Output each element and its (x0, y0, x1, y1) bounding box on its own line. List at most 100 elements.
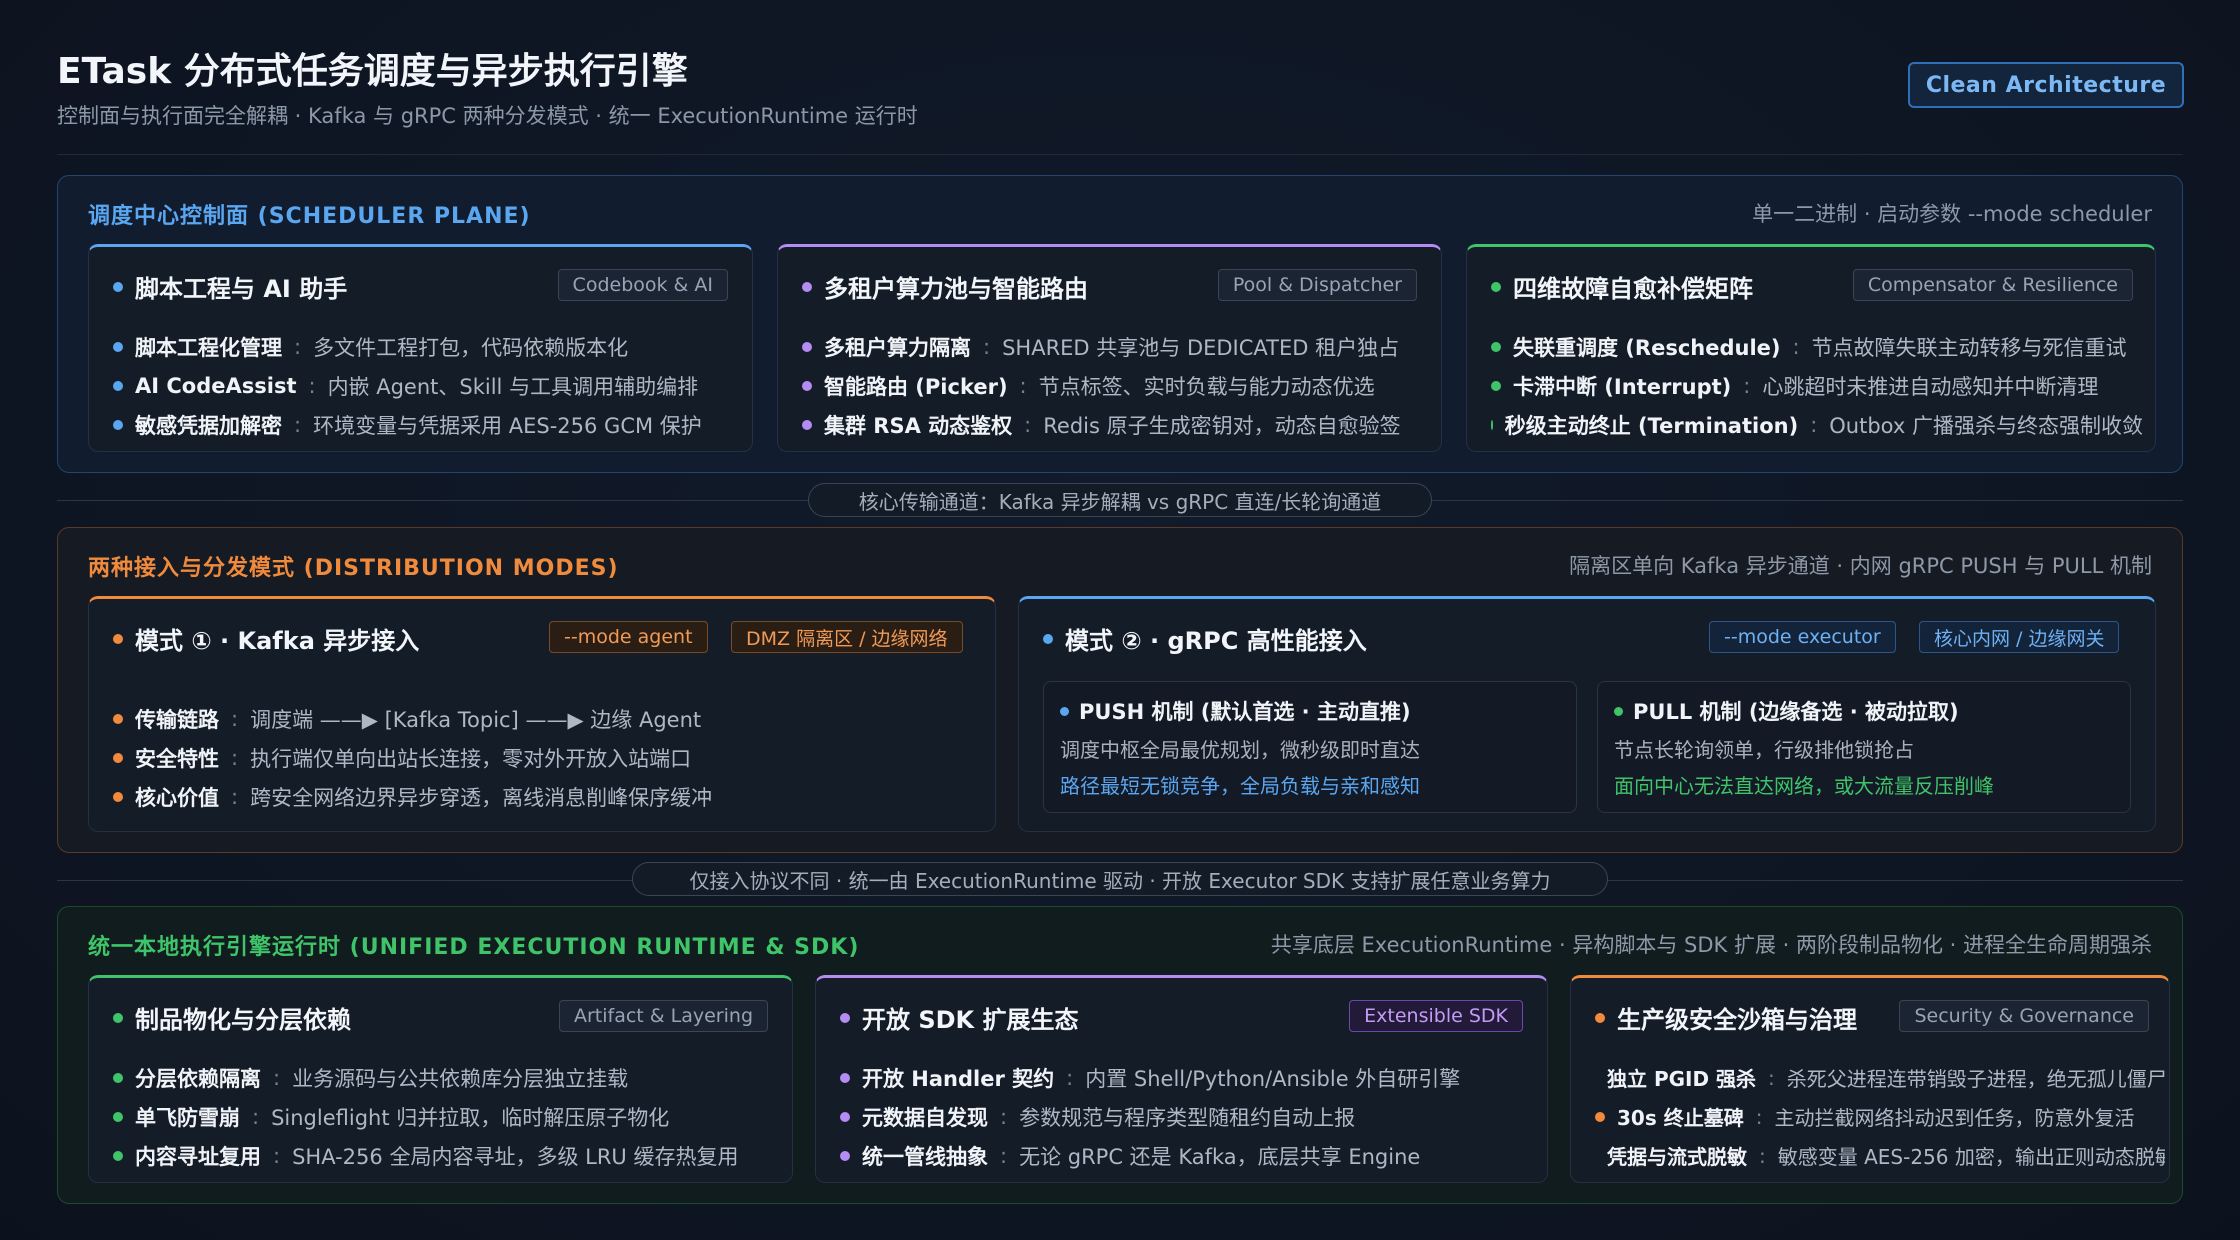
bullet-icon (840, 1012, 850, 1023)
item-key: 集群 RSA 动态鉴权 (824, 413, 1013, 438)
item-value: 执行端仅单向出站长连接，零对外开放入站端口 (250, 746, 692, 771)
section-title: 两种接入与分发模式 (DISTRIBUTION MODES) (88, 556, 619, 581)
scheduler-plane-section: 调度中心控制面 (SCHEDULER PLANE) 单一二进制 · 启动参数 -… (57, 175, 2183, 473)
bullet-icon (113, 1072, 123, 1083)
item-key: 敏感凭据加解密 (135, 413, 282, 438)
card-title: 模式 ② · gRPC 高性能接入 (1065, 627, 1367, 655)
item-value: 业务源码与公共依赖库分层独立挂载 (292, 1066, 629, 1091)
mode-agent-tag: --mode agent (549, 621, 708, 653)
item-key: 元数据自发现 (862, 1105, 988, 1130)
card-grpc-mode: 模式 ② · gRPC 高性能接入 --mode executor 核心内网 /… (1018, 596, 2156, 832)
list-item: 脚本工程化管理: 多文件工程打包，代码依赖版本化 (113, 327, 740, 366)
item-key: 安全特性 (135, 746, 219, 771)
push-description: 调度中枢全局最优规划，微秒级即时直达 (1060, 738, 1420, 762)
card-artifact-layering: 制品物化与分层依赖 Artifact & Layering 分层依赖隔离: 业务源… (88, 975, 793, 1183)
item-value: 内置 Shell/Python/Ansible 外自研引擎 (1085, 1066, 1461, 1091)
list-item: 单飞防雪崩: Singleflight 归并拉取，临时解压原子物化 (113, 1097, 780, 1136)
bullet-icon (1491, 380, 1501, 391)
card-codebook-ai: 脚本工程与 AI 助手 Codebook & AI 脚本工程化管理: 多文件工程打… (88, 244, 753, 452)
item-key: 独立 PGID 强杀 (1607, 1067, 1757, 1091)
card-kafka-mode: 模式 ① · Kafka 异步接入 --mode agent DMZ 隔离区 /… (88, 596, 996, 832)
item-value: 参数规范与程序类型随租约自动上报 (1019, 1105, 1356, 1130)
connector-line (57, 500, 809, 501)
unified-runtime-section: 统一本地执行引擎运行时 (UNIFIED EXECUTION RUNTIME &… (57, 906, 2183, 1204)
list-item: 内容寻址复用: SHA-256 全局内容寻址，多级 LRU 缓存热复用 (113, 1136, 780, 1175)
pull-title: PULL 机制 (边缘备选 · 被动拉取) (1633, 700, 1959, 724)
section-meta: 单一二进制 · 启动参数 --mode scheduler (1752, 202, 2152, 226)
item-value: SHARED 共享池与 DEDICATED 租户独占 (1002, 335, 1400, 360)
bullet-icon (1491, 281, 1501, 292)
card-pool-dispatcher: 多租户算力池与智能路由 Pool & Dispatcher 多租户算力隔离: SH… (777, 244, 1442, 452)
item-key: 卡滞中断 (Interrupt) (1513, 374, 1732, 399)
list-item: 卡滞中断 (Interrupt): 心跳超时未推进自动感知并中断清理 (1491, 366, 2143, 405)
item-value: 杀死父进程连带销毁子进程，绝无孤儿僵尸 (1786, 1067, 2165, 1091)
list-item: 开放 Handler 契约: 内置 Shell/Python/Ansible 外自… (840, 1058, 1535, 1097)
bullet-icon (1491, 341, 1501, 352)
header-divider (57, 154, 2183, 155)
item-value: 多文件工程打包，代码依赖版本化 (313, 335, 629, 360)
item-key: 核心价值 (135, 785, 219, 810)
item-value: Redis 原子生成密钥对，动态自愈验签 (1043, 413, 1401, 438)
bullet-icon (113, 1012, 123, 1023)
list-item: 传输链路: 调度端 ——▶ [Kafka Topic] ——▶ 边缘 Agent (113, 699, 983, 738)
card-title: 开放 SDK 扩展生态 (862, 1006, 1079, 1034)
list-item: 智能路由 (Picker): 节点标签、实时负载与能力动态优选 (802, 366, 1429, 405)
bullet-icon (840, 1150, 850, 1161)
push-mechanism-card: PUSH 机制 (默认首选 · 主动直推) 调度中枢全局最优规划，微秒级即时直达… (1043, 681, 1577, 813)
bullet-icon (113, 752, 123, 763)
pull-highlight: 面向中心无法直达网络，或大流量反压削峰 (1614, 774, 1994, 798)
item-value: 主动拦截网络抖动迟到任务，防意外复活 (1774, 1106, 2135, 1130)
list-item: 秒级主动终止 (Termination): Outbox 广播强杀与终态强制收敛 (1491, 405, 2143, 444)
connector-line (1430, 500, 2183, 501)
item-key: 秒级主动终止 (Termination) (1504, 413, 1799, 438)
transport-channel-pill: 核心传输通道：Kafka 异步解耦 vs gRPC 直连/长轮询通道 (808, 483, 1432, 517)
item-key: AI CodeAssist (135, 373, 297, 398)
item-value: 环境变量与凭据采用 AES-256 GCM 保护 (313, 413, 702, 438)
push-highlight: 路径最短无锁竞争，全局负载与亲和感知 (1060, 774, 1420, 798)
bullet-icon (113, 419, 123, 430)
item-key: 智能路由 (Picker) (824, 374, 1008, 399)
list-item: 安全特性: 执行端仅单向出站长连接，零对外开放入站端口 (113, 738, 983, 777)
item-key: 多租户算力隔离 (824, 335, 971, 360)
bullet-icon (1043, 633, 1053, 644)
item-key: 内容寻址复用 (135, 1144, 261, 1169)
item-key: 统一管线抽象 (862, 1144, 988, 1169)
bullet-icon (802, 419, 812, 430)
card-title: 模式 ① · Kafka 异步接入 (135, 627, 420, 655)
section-title: 调度中心控制面 (SCHEDULER PLANE) (88, 204, 531, 229)
card-tag: Artifact & Layering (558, 1000, 768, 1032)
dmz-tag: DMZ 隔离区 / 边缘网络 (731, 621, 963, 653)
card-tag: Extensible SDK (1349, 1000, 1523, 1032)
item-value: 内嵌 Agent、Skill 与工具调用辅助编排 (327, 374, 699, 399)
runtime-unification-pill: 仅接入协议不同 · 统一由 ExecutionRuntime 驱动 · 开放 E… (632, 862, 1608, 896)
card-title: 多租户算力池与智能路由 (824, 275, 1088, 303)
bullet-icon (1595, 1111, 1605, 1122)
card-tag: Pool & Dispatcher (1217, 269, 1417, 301)
mode-executor-tag: --mode executor (1709, 621, 1896, 653)
bullet-icon (113, 791, 123, 802)
list-item: 敏感凭据加解密: 环境变量与凭据采用 AES-256 GCM 保护 (113, 405, 740, 444)
section-meta: 隔离区单向 Kafka 异步通道 · 内网 gRPC PUSH 与 PULL 机… (1569, 554, 2152, 578)
internal-network-tag: 核心内网 / 边缘网关 (1919, 621, 2120, 653)
list-item: 集群 RSA 动态鉴权: Redis 原子生成密钥对，动态自愈验签 (802, 405, 1429, 444)
pull-description: 节点长轮询领单，行级排他锁抢占 (1614, 738, 1914, 762)
item-value: 调度端 ——▶ [Kafka Topic] ——▶ 边缘 Agent (250, 707, 702, 732)
bullet-icon (113, 713, 123, 724)
bullet-icon (802, 380, 812, 391)
card-extensible-sdk: 开放 SDK 扩展生态 Extensible SDK 开放 Handler 契约… (815, 975, 1548, 1183)
item-key: 脚本工程化管理 (135, 335, 282, 360)
bullet-icon (113, 341, 123, 352)
list-item: 多租户算力隔离: SHARED 共享池与 DEDICATED 租户独占 (802, 327, 1429, 366)
bullet-icon (113, 1111, 123, 1122)
item-key: 凭据与流式脱敏 (1607, 1145, 1747, 1169)
bullet-icon (840, 1072, 850, 1083)
list-item: 统一管线抽象: 无论 gRPC 还是 Kafka，底层共享 Engine (840, 1136, 1535, 1175)
bullet-icon (113, 633, 123, 644)
card-compensator: 四维故障自愈补偿矩阵 Compensator & Resilience 失联重调… (1466, 244, 2156, 452)
list-item: 核心价值: 跨安全网络边界异步穿透，离线消息削峰保序缓冲 (113, 777, 983, 816)
section-meta: 共享底层 ExecutionRuntime · 异构脚本与 SDK 扩展 · 两… (1270, 933, 2152, 957)
card-tag: Compensator & Resilience (1852, 269, 2133, 301)
item-key: 传输链路 (135, 707, 219, 732)
bullet-icon (113, 380, 123, 391)
item-value: SHA-256 全局内容寻址，多级 LRU 缓存热复用 (292, 1144, 739, 1169)
